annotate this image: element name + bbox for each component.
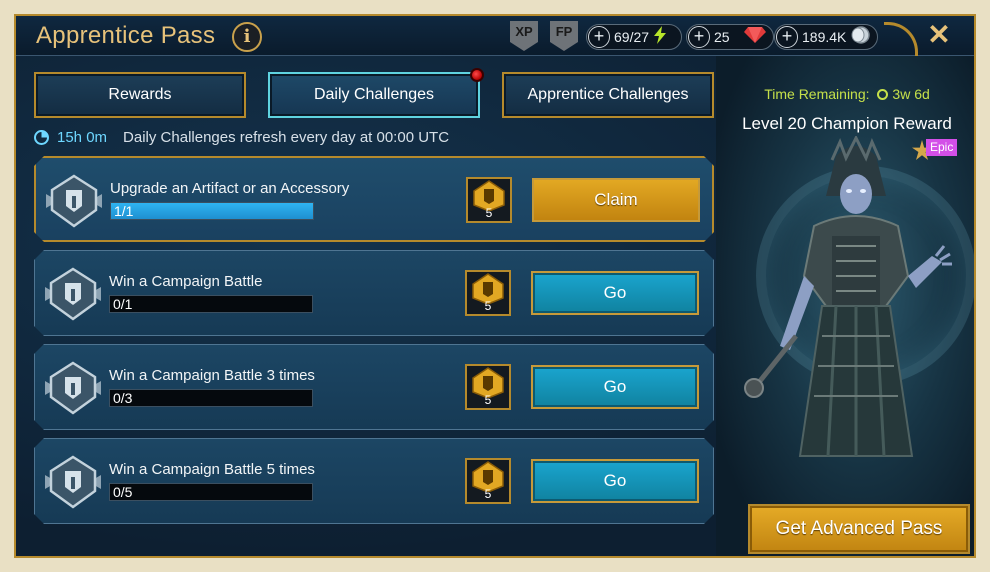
- reward-count: 5: [484, 487, 492, 501]
- champion-portrait[interactable]: [736, 136, 976, 476]
- xp-badge[interactable]: XP: [510, 21, 538, 51]
- add-energy-button[interactable]: +: [588, 26, 610, 48]
- time-remaining: Time Remaining: 3w 6d: [716, 86, 974, 102]
- gems-counter: + 25: [686, 24, 774, 50]
- progress-bar: 0/1: [109, 295, 313, 313]
- info-button[interactable]: i: [232, 22, 262, 52]
- notification-dot: [470, 68, 484, 82]
- challenge-title: Win a Campaign Battle 3 times: [109, 367, 315, 384]
- header-bar: Apprentice Pass i XP FP + 69/27 + 25 + 1…: [16, 16, 974, 56]
- fp-badge[interactable]: FP: [550, 21, 578, 51]
- challenge-card: Upgrade an Artifact or an Accessory 1/1 …: [34, 156, 714, 242]
- silver-counter: + 189.4K: [774, 24, 878, 50]
- reward-tile[interactable]: 5: [466, 177, 512, 223]
- energy-counter: + 69/27: [586, 24, 682, 50]
- clock-icon: [34, 129, 49, 145]
- helmet-emblem-icon: [46, 174, 102, 228]
- progress-text: 0/1: [113, 296, 133, 312]
- progress-fill: [111, 203, 313, 219]
- progress-bar: 1/1: [110, 202, 314, 220]
- challenge-card: Win a Campaign Battle 5 times 0/5 5 Go: [34, 438, 714, 524]
- challenge-title: Upgrade an Artifact or an Accessory: [110, 180, 350, 197]
- challenge-title: Win a Campaign Battle: [109, 273, 263, 290]
- progress-text: 0/3: [113, 390, 133, 406]
- challenge-card: Win a Campaign Battle 3 times 0/3 5 Go: [34, 344, 714, 430]
- go-button[interactable]: Go: [531, 365, 699, 409]
- energy-value: 69/27: [614, 29, 650, 45]
- close-button[interactable]: ✕: [924, 20, 954, 50]
- champion-reward-panel: Time Remaining: 3w 6d Level 20 Champion …: [716, 56, 976, 556]
- add-gems-button[interactable]: +: [688, 26, 710, 48]
- helmet-emblem-icon: [45, 267, 101, 321]
- reward-count: 5: [484, 393, 492, 407]
- gems-value: 25: [714, 29, 730, 45]
- progress-bar: 0/5: [109, 483, 313, 501]
- add-silver-button[interactable]: +: [776, 26, 798, 48]
- tab-daily-challenges[interactable]: Daily Challenges: [268, 72, 480, 118]
- refresh-timer: 15h 0m: [57, 128, 108, 146]
- reward-tile[interactable]: 5: [465, 270, 511, 316]
- tab-rewards[interactable]: Rewards: [34, 72, 246, 118]
- refresh-description: Daily Challenges refresh every day at 00…: [123, 128, 450, 146]
- ruby-icon: [743, 26, 766, 48]
- helmet-emblem-icon: [45, 455, 101, 509]
- apprentice-pass-window: Apprentice Pass i XP FP + 69/27 + 25 + 1…: [14, 14, 976, 558]
- time-remaining-label: Time Remaining:: [764, 86, 870, 102]
- challenge-card: Win a Campaign Battle 0/1 5 Go: [34, 250, 714, 336]
- lightning-icon: [653, 25, 667, 49]
- header-ornament: [884, 22, 918, 56]
- refresh-info: 15h 0m Daily Challenges refresh every da…: [34, 126, 449, 148]
- helmet-emblem-icon: [45, 361, 101, 415]
- reward-title: Level 20 Champion Reward: [742, 114, 952, 133]
- reward-count: 5: [485, 206, 493, 220]
- silver-value: 189.4K: [802, 29, 847, 45]
- reward-tile[interactable]: 5: [465, 458, 511, 504]
- progress-text: 1/1: [114, 203, 134, 219]
- claim-button[interactable]: Claim: [532, 178, 700, 222]
- progress-bar: 0/3: [109, 389, 313, 407]
- reward-count: 5: [484, 299, 492, 313]
- go-button[interactable]: Go: [531, 459, 699, 503]
- page-title: Apprentice Pass: [36, 22, 216, 49]
- silver-coin-icon: [850, 25, 871, 49]
- reward-tile[interactable]: 5: [465, 364, 511, 410]
- tab-apprentice-challenges[interactable]: Apprentice Challenges: [502, 72, 714, 118]
- clock-icon: [877, 89, 889, 100]
- time-remaining-value: 3w 6d: [892, 86, 930, 102]
- challenge-title: Win a Campaign Battle 5 times: [109, 461, 315, 478]
- go-button[interactable]: Go: [531, 271, 699, 315]
- get-advanced-pass-button[interactable]: Get Advanced Pass: [748, 504, 970, 554]
- progress-text: 0/5: [113, 484, 133, 500]
